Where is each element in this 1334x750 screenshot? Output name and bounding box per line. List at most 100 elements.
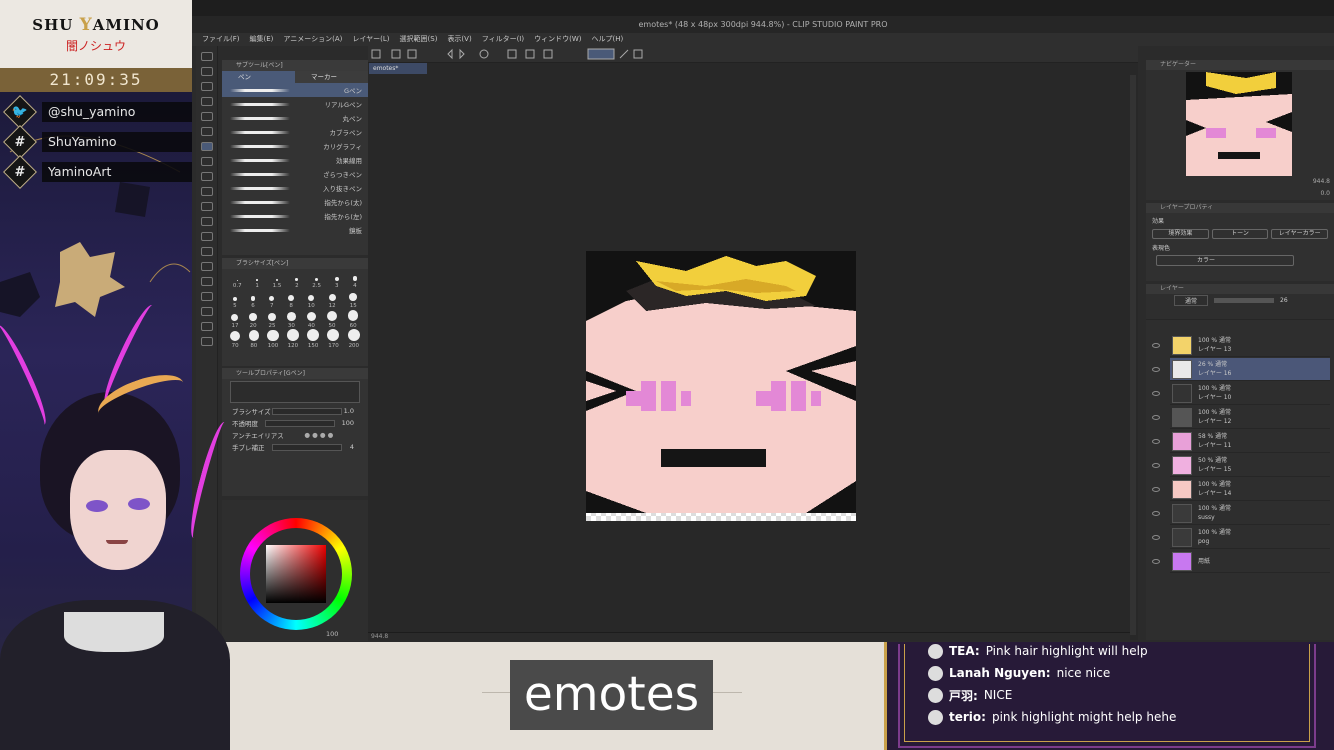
- brush-item[interactable]: カブラペン: [222, 125, 368, 139]
- brush-size-option[interactable]: 20: [249, 313, 257, 329]
- layer-row[interactable]: 50 % 通常 レイヤー 15: [1170, 454, 1330, 477]
- layer-visibility-eye-icon[interactable]: [1152, 535, 1160, 540]
- brush-size-option[interactable]: 150: [307, 329, 320, 349]
- brush-size-option[interactable]: 120: [286, 329, 299, 349]
- brush-size-option[interactable]: 5: [232, 297, 237, 309]
- brush-size-option[interactable]: 3: [334, 277, 339, 289]
- tone-button[interactable]: トーン: [1211, 229, 1269, 239]
- prop-stabilization[interactable]: 手ブレ補正 4: [222, 441, 368, 453]
- menu-view[interactable]: 表示(V): [447, 33, 471, 46]
- tab-pen[interactable]: ペン: [222, 71, 295, 83]
- layer-visibility-eye-icon[interactable]: [1152, 367, 1160, 372]
- menu-window[interactable]: ウィンドウ(W): [534, 33, 581, 46]
- navigator-zoom-row[interactable]: 944.8: [1150, 178, 1330, 185]
- text-tool-icon[interactable]: [200, 307, 213, 316]
- menu-edit[interactable]: 編集(E): [250, 33, 274, 46]
- brush-size-option[interactable]: 10: [308, 294, 315, 309]
- fill-tool-icon[interactable]: [200, 232, 213, 241]
- figure-tool-icon[interactable]: [200, 262, 213, 271]
- brush-size-option[interactable]: 50: [326, 311, 337, 329]
- brush-size-option[interactable]: 25: [267, 312, 277, 329]
- brush-item[interactable]: カリグラフィ: [222, 139, 368, 153]
- navigator-rotate-row[interactable]: 0.0: [1150, 190, 1330, 197]
- brush-size-option[interactable]: 0.7: [233, 280, 242, 289]
- menu-filter[interactable]: フィルター(I): [482, 33, 524, 46]
- eraser-tool-icon[interactable]: [200, 202, 213, 211]
- navigator-thumbnail[interactable]: [1186, 72, 1292, 176]
- brush-size-option[interactable]: 2: [295, 278, 299, 289]
- layer-row[interactable]: 100 % 通常 レイヤー 10: [1170, 382, 1330, 405]
- layer-row[interactable]: 100 % 通常 レイヤー 13: [1170, 334, 1330, 357]
- brush-size-option[interactable]: 2.5: [312, 277, 321, 289]
- menu-animation[interactable]: アニメーション(A): [283, 33, 342, 46]
- brush-tool-icon[interactable]: [200, 172, 213, 181]
- zoom-tool-icon[interactable]: [200, 52, 213, 61]
- brush-item[interactable]: 指先から(左): [222, 209, 368, 223]
- brush-size-option[interactable]: 15: [349, 293, 358, 309]
- layer-row[interactable]: 用紙: [1170, 550, 1330, 573]
- layer-visibility-eye-icon[interactable]: [1152, 439, 1160, 444]
- brush-size-option[interactable]: 30: [286, 312, 296, 329]
- layer-visibility-eye-icon[interactable]: [1152, 511, 1160, 516]
- brush-size-option[interactable]: 1: [255, 279, 259, 289]
- layer-row[interactable]: 100 % 通常 pog: [1170, 526, 1330, 549]
- airbrush-tool-icon[interactable]: [200, 187, 213, 196]
- prop-brush-size[interactable]: ブラシサイズ 1.0: [222, 405, 368, 417]
- brush-size-option[interactable]: 7: [269, 295, 275, 309]
- brush-size-option[interactable]: 60: [347, 310, 359, 329]
- brush-item[interactable]: リアルGペン: [222, 97, 368, 111]
- brush-item[interactable]: 鏡板: [222, 223, 368, 237]
- brush-size-option[interactable]: 70: [230, 331, 241, 349]
- wand-tool-icon[interactable]: [200, 112, 213, 121]
- layer-row[interactable]: 100 % 通常 sussy: [1170, 502, 1330, 525]
- layer-opacity-slider[interactable]: [1214, 297, 1275, 303]
- correction-tool-icon[interactable]: [200, 337, 213, 346]
- brush-size-option[interactable]: 8: [288, 295, 294, 309]
- brush-item[interactable]: 効果線用: [222, 153, 368, 167]
- select-tool-icon[interactable]: [200, 82, 213, 91]
- brush-size-option[interactable]: 170: [327, 329, 340, 349]
- layer-color-button[interactable]: レイヤーカラー: [1271, 229, 1329, 239]
- brush-size-option[interactable]: 80: [248, 330, 260, 349]
- pen-tool-icon[interactable]: [200, 142, 213, 151]
- lasso-tool-icon[interactable]: [200, 97, 213, 106]
- brush-size-option[interactable]: 40: [306, 311, 317, 329]
- brush-size-option[interactable]: 6: [250, 296, 256, 309]
- brush-size-option[interactable]: 12: [328, 294, 336, 309]
- color-saturation-square[interactable]: [266, 545, 326, 603]
- brush-item[interactable]: ざらつきペン: [222, 167, 368, 181]
- gradient-tool-icon[interactable]: [200, 247, 213, 256]
- brush-item[interactable]: 指先から(太): [222, 195, 368, 209]
- menu-help[interactable]: ヘルプ(H): [591, 33, 623, 46]
- layer-visibility-eye-icon[interactable]: [1152, 415, 1160, 420]
- ruler-tool-icon[interactable]: [200, 292, 213, 301]
- brush-size-option[interactable]: 4: [352, 276, 358, 289]
- blend-mode-select[interactable]: 通常: [1174, 294, 1209, 306]
- menu-layer[interactable]: レイヤー(L): [352, 33, 389, 46]
- eyedropper-tool-icon[interactable]: [200, 127, 213, 136]
- border-effect-button[interactable]: 境界効果: [1152, 229, 1209, 239]
- layer-visibility-eye-icon[interactable]: [1152, 343, 1160, 348]
- command-icons[interactable]: [368, 46, 668, 62]
- expression-color-select[interactable]: カラー: [1156, 255, 1294, 266]
- menu-file[interactable]: ファイル(F): [202, 33, 240, 46]
- brush-size-option[interactable]: 200: [347, 329, 360, 349]
- document-tab[interactable]: emotes*: [369, 63, 427, 74]
- menu-select[interactable]: 選択範囲(S): [400, 33, 438, 46]
- layer-visibility-eye-icon[interactable]: [1152, 391, 1160, 396]
- brush-item[interactable]: 丸ペン: [222, 111, 368, 125]
- frame-tool-icon[interactable]: [200, 277, 213, 286]
- layer-visibility-eye-icon[interactable]: [1152, 463, 1160, 468]
- layer-row[interactable]: 26 % 通常 レイヤー 16: [1170, 358, 1330, 381]
- layer-row[interactable]: 100 % 通常 レイヤー 12: [1170, 406, 1330, 429]
- brush-item[interactable]: 入り抜きペン: [222, 181, 368, 195]
- brush-size-option[interactable]: 1.5: [273, 278, 281, 289]
- pencil-tool-icon[interactable]: [200, 157, 213, 166]
- prop-antialias[interactable]: アンチエイリアス ● ● ● ●: [222, 429, 368, 441]
- blend-tool-icon[interactable]: [200, 217, 213, 226]
- layer-row[interactable]: 58 % 通常 レイヤー 11: [1170, 430, 1330, 453]
- brush-size-option[interactable]: 100: [267, 329, 279, 349]
- balloon-tool-icon[interactable]: [200, 322, 213, 331]
- tab-marker[interactable]: マーカー: [295, 71, 368, 83]
- brush-item[interactable]: Gペン: [222, 83, 368, 97]
